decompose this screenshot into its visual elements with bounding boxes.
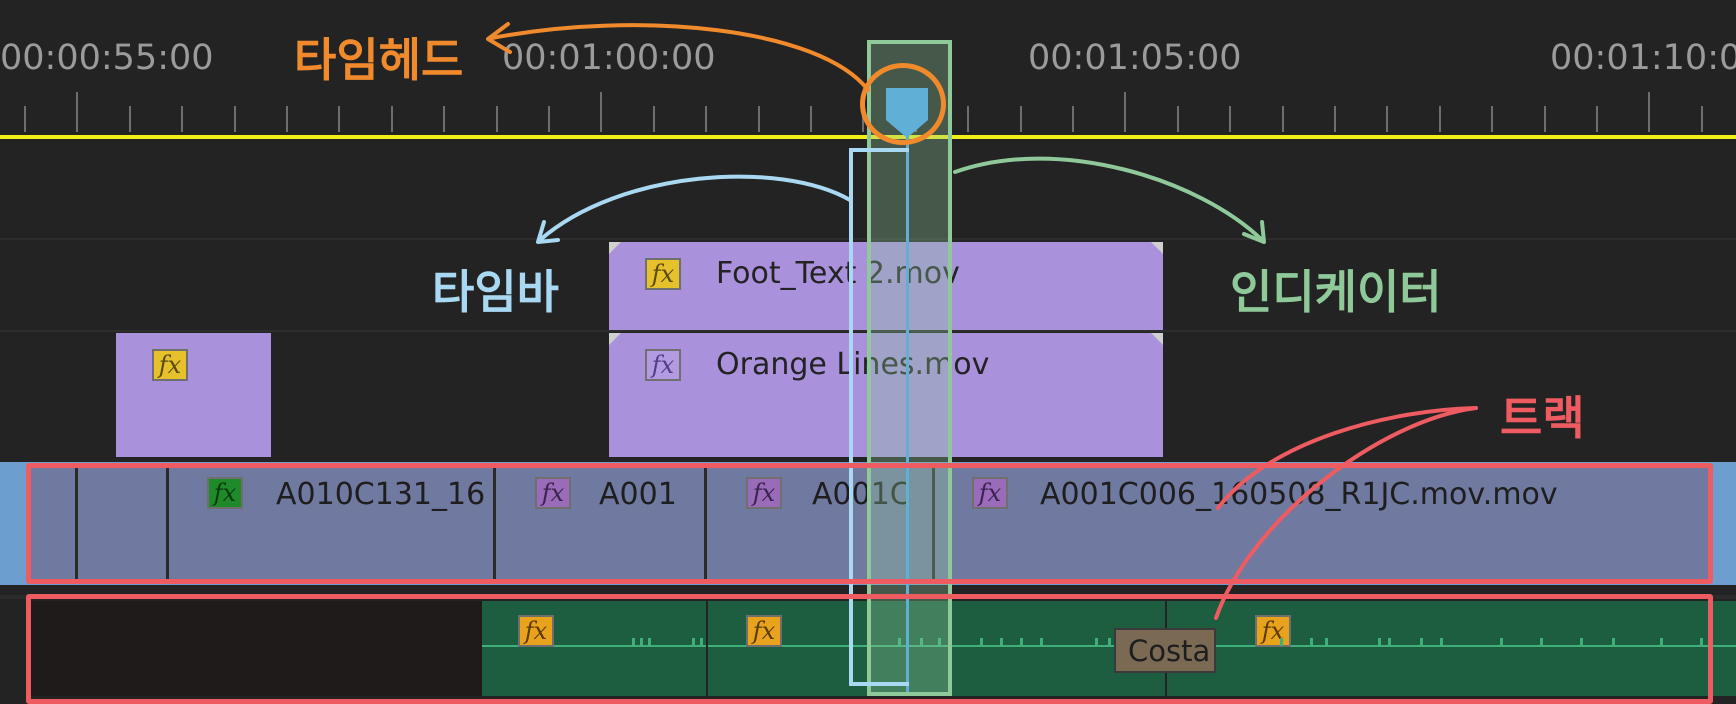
annotation-arrows xyxy=(486,22,1478,620)
annotation-label-playhead: 타임헤드 xyxy=(294,33,464,87)
annotation-label-indicator: 인디케이터 xyxy=(1230,265,1442,319)
annotation-label-timebar: 타임바 xyxy=(432,265,559,319)
annotation-label-track: 트랙 xyxy=(1500,391,1585,445)
